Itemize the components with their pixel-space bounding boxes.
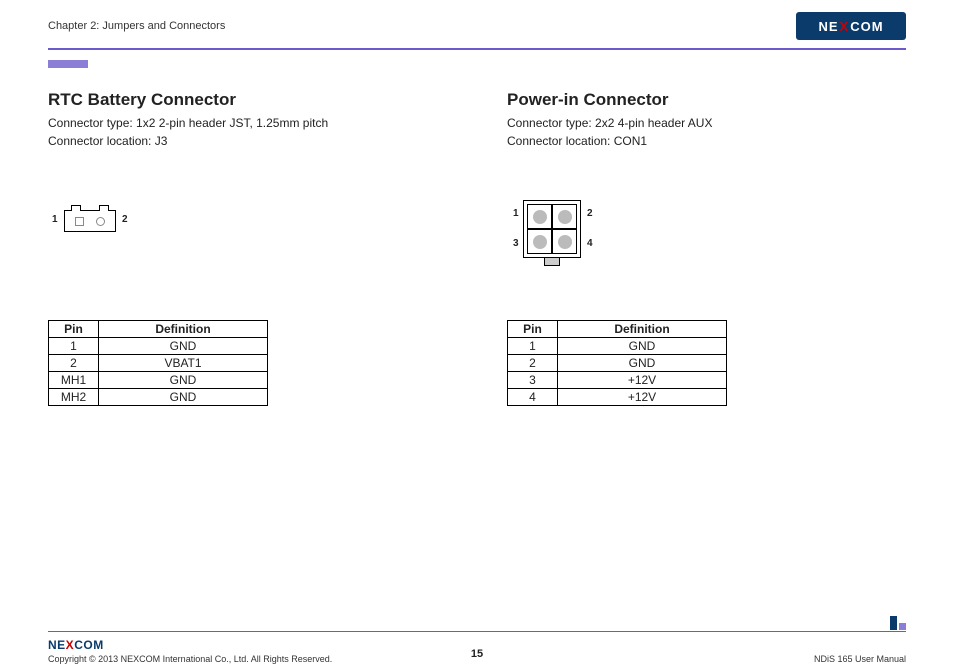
table-row: 4+12V xyxy=(508,389,727,406)
table-row: MH2GND xyxy=(49,389,268,406)
pin-cell: 4 xyxy=(508,389,558,406)
def-cell: GND xyxy=(99,389,268,406)
table-row: 3+12V xyxy=(508,372,727,389)
power-in-section: Power-in Connector Connector type: 2x2 4… xyxy=(507,90,906,406)
pwr-pin3-icon xyxy=(527,229,552,254)
rtc-diagram: 1 2 xyxy=(50,200,447,250)
table-row: 2GND xyxy=(508,355,727,372)
copyright-text: Copyright © 2013 NEXCOM International Co… xyxy=(48,654,332,664)
brand-text-post: COM xyxy=(850,19,883,34)
footer-brand-logo: NEXCOM xyxy=(48,638,332,652)
brand-text-pre: NE xyxy=(818,19,838,34)
brand-text-x: X xyxy=(839,19,851,34)
pwr-location: Connector location: CON1 xyxy=(507,132,906,150)
rtc-pin-label-1: 1 xyxy=(52,214,58,225)
table-row: 1GND xyxy=(49,338,268,355)
pin-cell: MH2 xyxy=(49,389,99,406)
def-cell: VBAT1 xyxy=(99,355,268,372)
rtc-location: Connector location: J3 xyxy=(48,132,447,150)
rtc-section: RTC Battery Connector Connector type: 1x… xyxy=(48,90,447,406)
def-cell: +12V xyxy=(558,372,727,389)
pin-cell: 1 xyxy=(508,338,558,355)
table-header-row: Pin Definition xyxy=(49,321,268,338)
pwr-pin-label-4: 4 xyxy=(587,238,593,249)
main-content: RTC Battery Connector Connector type: 1x… xyxy=(0,68,954,406)
footer-rule xyxy=(48,631,906,633)
table-row: 2VBAT1 xyxy=(49,355,268,372)
th-definition: Definition xyxy=(558,321,727,338)
def-cell: GND xyxy=(558,338,727,355)
pin-cell: MH1 xyxy=(49,372,99,389)
page-header: Chapter 2: Jumpers and Connectors NEXCOM xyxy=(0,0,954,40)
pwr-pin-label-2: 2 xyxy=(587,208,593,219)
chapter-label: Chapter 2: Jumpers and Connectors xyxy=(48,20,225,32)
pwr-type: Connector type: 2x2 4-pin header AUX xyxy=(507,114,906,132)
table-row: 1GND xyxy=(508,338,727,355)
rtc-notch-icon xyxy=(71,205,81,211)
rtc-pin1-icon xyxy=(75,217,84,226)
pwr-pin-label-1: 1 xyxy=(513,208,519,219)
pwr-pin1-icon xyxy=(527,204,552,229)
page-number: 15 xyxy=(471,648,483,660)
table-row: MH1GND xyxy=(49,372,268,389)
brand-text-pre: NE xyxy=(48,638,66,652)
pwr-description: Connector type: 2x2 4-pin header AUX Con… xyxy=(507,114,906,150)
rtc-connector-body xyxy=(64,210,116,232)
def-cell: GND xyxy=(99,338,268,355)
pwr-tab-icon xyxy=(544,258,560,266)
th-pin: Pin xyxy=(49,321,99,338)
def-cell: GND xyxy=(558,355,727,372)
th-pin: Pin xyxy=(508,321,558,338)
rtc-type: Connector type: 1x2 2-pin header JST, 1.… xyxy=(48,114,447,132)
pwr-pin4-icon xyxy=(552,229,577,254)
brand-text-post: COM xyxy=(74,638,104,652)
def-cell: +12V xyxy=(558,389,727,406)
rtc-description: Connector type: 1x2 2-pin header JST, 1.… xyxy=(48,114,447,150)
corner-decoration-icon xyxy=(890,616,906,630)
manual-name: NDiS 165 User Manual xyxy=(814,654,906,664)
pin-cell: 2 xyxy=(508,355,558,372)
brand-logo: NEXCOM xyxy=(796,12,906,40)
rtc-notch-icon xyxy=(99,205,109,211)
rtc-title: RTC Battery Connector xyxy=(48,90,447,110)
rtc-pin-label-2: 2 xyxy=(122,214,128,225)
th-definition: Definition xyxy=(99,321,268,338)
pwr-connector-body xyxy=(523,200,581,258)
pwr-pin-table: Pin Definition 1GND 2GND 3+12V 4+12V xyxy=(507,320,727,406)
pwr-pin-label-3: 3 xyxy=(513,238,519,249)
pwr-pin2-icon xyxy=(552,204,577,229)
table-header-row: Pin Definition xyxy=(508,321,727,338)
pin-cell: 2 xyxy=(49,355,99,372)
pin-cell: 1 xyxy=(49,338,99,355)
rtc-pin-table: Pin Definition 1GND 2VBAT1 MH1GND MH2GND xyxy=(48,320,268,406)
def-cell: GND xyxy=(99,372,268,389)
rtc-pin2-icon xyxy=(96,217,105,226)
brand-text-x: X xyxy=(66,638,75,652)
header-accent xyxy=(48,60,88,68)
pin-cell: 3 xyxy=(508,372,558,389)
pwr-title: Power-in Connector xyxy=(507,90,906,110)
footer-left: NEXCOM Copyright © 2013 NEXCOM Internati… xyxy=(48,638,332,664)
pwr-diagram: 1 2 3 4 xyxy=(509,200,906,280)
header-rule xyxy=(48,48,906,50)
